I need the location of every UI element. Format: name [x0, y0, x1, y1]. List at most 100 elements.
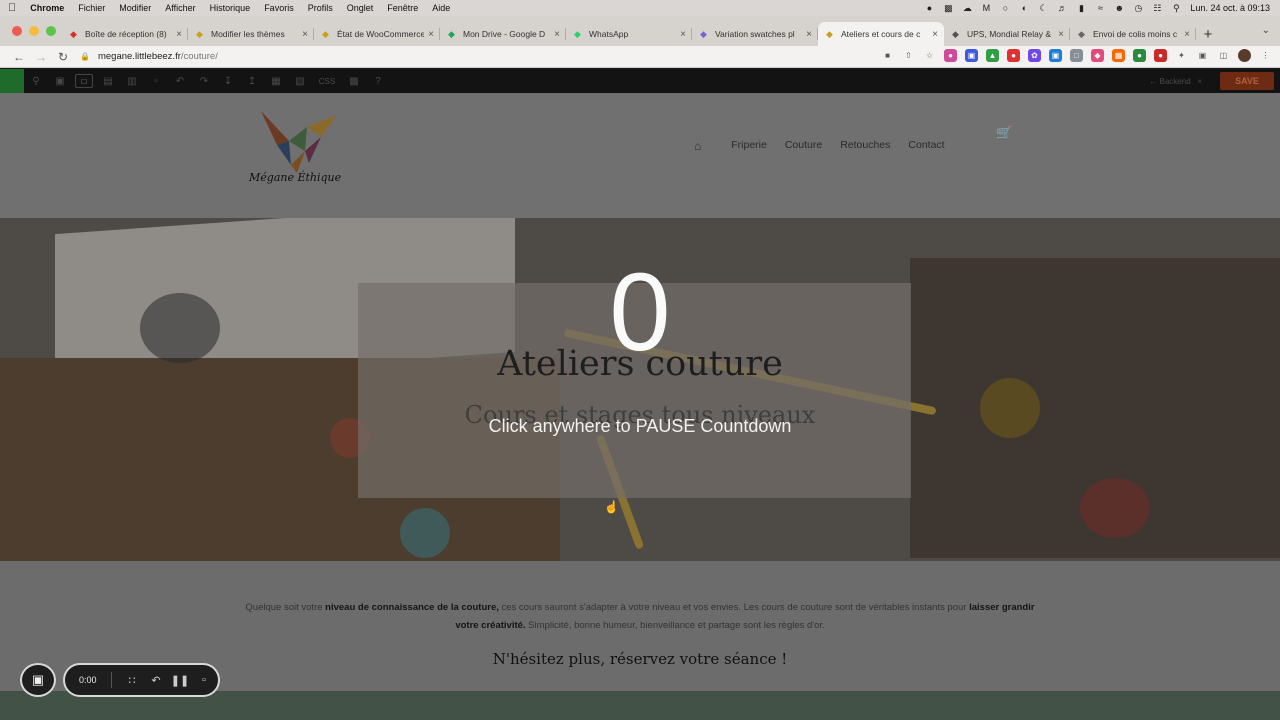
extension-icon[interactable]: ▦ — [1112, 49, 1125, 62]
save-button[interactable]: SAVE — [1220, 72, 1274, 90]
countdown-pause-message[interactable]: Click anywhere to PAUSE Countdown — [0, 416, 1280, 437]
user-icon[interactable]: ☻ — [1114, 3, 1124, 13]
cloud-icon[interactable]: ☁ — [962, 3, 972, 13]
extension-icon[interactable]: ✿ — [1028, 49, 1041, 62]
menu-item[interactable]: Aide — [432, 3, 450, 13]
menu-item[interactable]: Onglet — [347, 3, 374, 13]
focus-icon[interactable]: ◐ — [1019, 3, 1029, 13]
tab-search-icon[interactable]: ⌄ — [1262, 25, 1270, 36]
mobile-view-icon[interactable]: ▥ — [120, 69, 144, 93]
browser-tab[interactable]: ◆ Envoi de colis moins c × — [1070, 22, 1196, 46]
gmail-status-icon[interactable]: M — [981, 3, 991, 13]
menu-item[interactable]: Afficher — [165, 3, 195, 13]
help-icon[interactable]: ? — [366, 69, 390, 93]
nav-item[interactable]: Friperie — [731, 139, 767, 153]
nav-item[interactable]: Couture — [785, 139, 822, 153]
cast-icon[interactable]: ▣ — [1196, 49, 1209, 62]
tablet-landscape-icon[interactable]: ▤ — [96, 69, 120, 93]
sidebar-icon[interactable]: ◫ — [1217, 49, 1230, 62]
moon-icon[interactable]: ☾ — [1038, 3, 1048, 13]
menu-item[interactable]: Historique — [210, 3, 251, 13]
browser-tab[interactable]: ◆ UPS, Mondial Relay & × — [944, 22, 1070, 46]
close-tab-icon[interactable]: × — [176, 29, 182, 40]
browser-tab[interactable]: ◆ État de WooCommerce × — [314, 22, 440, 46]
home-icon[interactable]: ⌂ — [694, 139, 701, 153]
backend-link[interactable]: ← Backend × — [1149, 77, 1202, 86]
camera-toggle-button[interactable]: ▣ — [20, 663, 56, 697]
extension-icon[interactable]: ● — [1133, 49, 1146, 62]
css-button[interactable]: CSS — [312, 77, 342, 86]
close-tab-icon[interactable]: × — [680, 29, 686, 40]
close-tab-icon[interactable]: × — [1058, 29, 1064, 40]
microphone-icon[interactable]: ● — [924, 3, 934, 13]
extension-icon[interactable]: ● — [1007, 49, 1020, 62]
menu-app-name[interactable]: Chrome — [30, 3, 64, 13]
browser-tab[interactable]: ◆ Modifier les thèmes × — [188, 22, 314, 46]
control-center-icon[interactable]: ☷ — [1152, 3, 1162, 13]
menubar-datetime[interactable]: Lun. 24 oct. à 09:13 — [1190, 3, 1270, 13]
lock-icon[interactable]: 🔒 — [80, 52, 90, 61]
close-tab-icon[interactable]: × — [806, 29, 812, 40]
browser-tab[interactable]: ◆ Mon Drive - Google D × — [440, 22, 566, 46]
bookmark-star-icon[interactable]: ☆ — [923, 49, 936, 62]
menu-item[interactable]: Fichier — [78, 3, 105, 13]
close-tab-icon[interactable]: × — [302, 29, 308, 40]
site-logo[interactable]: Mégane Éthique — [247, 107, 353, 199]
close-tab-icon[interactable]: × — [554, 29, 560, 40]
settings-icon[interactable]: ▩ — [342, 69, 366, 93]
menu-item[interactable]: Modifier — [119, 3, 151, 13]
upload-icon[interactable]: ↥ — [240, 69, 264, 93]
menu-item[interactable]: Favoris — [264, 3, 294, 13]
back-button[interactable]: ← — [8, 50, 30, 64]
delete-icon[interactable]: ▫ — [192, 674, 216, 686]
more-menu-icon[interactable]: ⋮ — [1259, 49, 1272, 62]
puzzle-icon[interactable]: ✦ — [1175, 49, 1188, 62]
restart-icon[interactable]: ↶ — [144, 674, 168, 687]
extension-icon[interactable]: ● — [1154, 49, 1167, 62]
extension-icon[interactable]: ● — [944, 49, 957, 62]
redo-icon[interactable]: ↷ — [192, 69, 216, 93]
wifi-icon[interactable]: ≈ — [1095, 3, 1105, 13]
undo-icon[interactable]: ↶ — [168, 69, 192, 93]
browser-tab[interactable]: ◆ WhatsApp × — [566, 22, 692, 46]
camera-icon[interactable]: ■ — [881, 49, 894, 62]
browser-tab[interactable]: ◆ Variation swatches pl × — [692, 22, 818, 46]
clock-icon[interactable]: ◷ — [1133, 3, 1143, 13]
desktop-view-icon[interactable]: ▣ — [48, 69, 72, 93]
tablet-view-icon[interactable]: □ — [75, 74, 93, 88]
extension-icon[interactable]: ▣ — [965, 49, 978, 62]
search-icon[interactable]: ⚲ — [1171, 3, 1181, 13]
menu-item[interactable]: Profils — [308, 3, 333, 13]
share-icon[interactable]: ⇧ — [902, 49, 915, 62]
apple-icon[interactable]:  — [8, 2, 16, 14]
forward-button[interactable]: → — [30, 50, 52, 64]
extension-icon[interactable]: ▲ — [986, 49, 999, 62]
activity-icon[interactable]: ▩ — [943, 3, 953, 13]
extension-icon[interactable]: ◆ — [1091, 49, 1104, 62]
download-icon[interactable]: ↧ — [216, 69, 240, 93]
extension-icon[interactable]: □ — [1070, 49, 1083, 62]
browser-tab[interactable]: ◆ Boîte de réception (8) × — [62, 22, 188, 46]
reload-button[interactable]: ↻ — [52, 50, 74, 64]
pause-icon[interactable]: ❚❚ — [168, 674, 192, 687]
close-tab-icon[interactable]: × — [1184, 29, 1190, 40]
minimize-window-button[interactable] — [29, 26, 39, 36]
cart-icon[interactable]: 🛒 — [996, 125, 1012, 141]
close-tab-icon[interactable]: × — [932, 29, 938, 40]
extension-icon[interactable]: ▣ — [1049, 49, 1062, 62]
countdown-number[interactable]: 0 — [0, 258, 1280, 368]
layout-icon[interactable]: ▦ — [264, 69, 288, 93]
nav-item[interactable]: Contact — [908, 139, 944, 153]
menu-item[interactable]: Fenêtre — [387, 3, 418, 13]
address-bar[interactable]: 🔒 megane.littlebeez.fr/couture/ — [80, 51, 860, 62]
close-window-button[interactable] — [12, 26, 22, 36]
layers-icon[interactable]: ▧ — [288, 69, 312, 93]
trash-icon[interactable]: ▫ — [144, 69, 168, 93]
grid-icon[interactable]: ∷ — [120, 674, 144, 687]
builder-menu-button[interactable] — [0, 69, 24, 93]
close-tab-icon[interactable]: × — [428, 29, 434, 40]
profile-avatar[interactable] — [1238, 49, 1251, 62]
zoom-window-button[interactable] — [46, 26, 56, 36]
battery-icon[interactable]: ▮ — [1076, 3, 1086, 13]
zoom-icon[interactable]: ⚲ — [24, 69, 48, 93]
